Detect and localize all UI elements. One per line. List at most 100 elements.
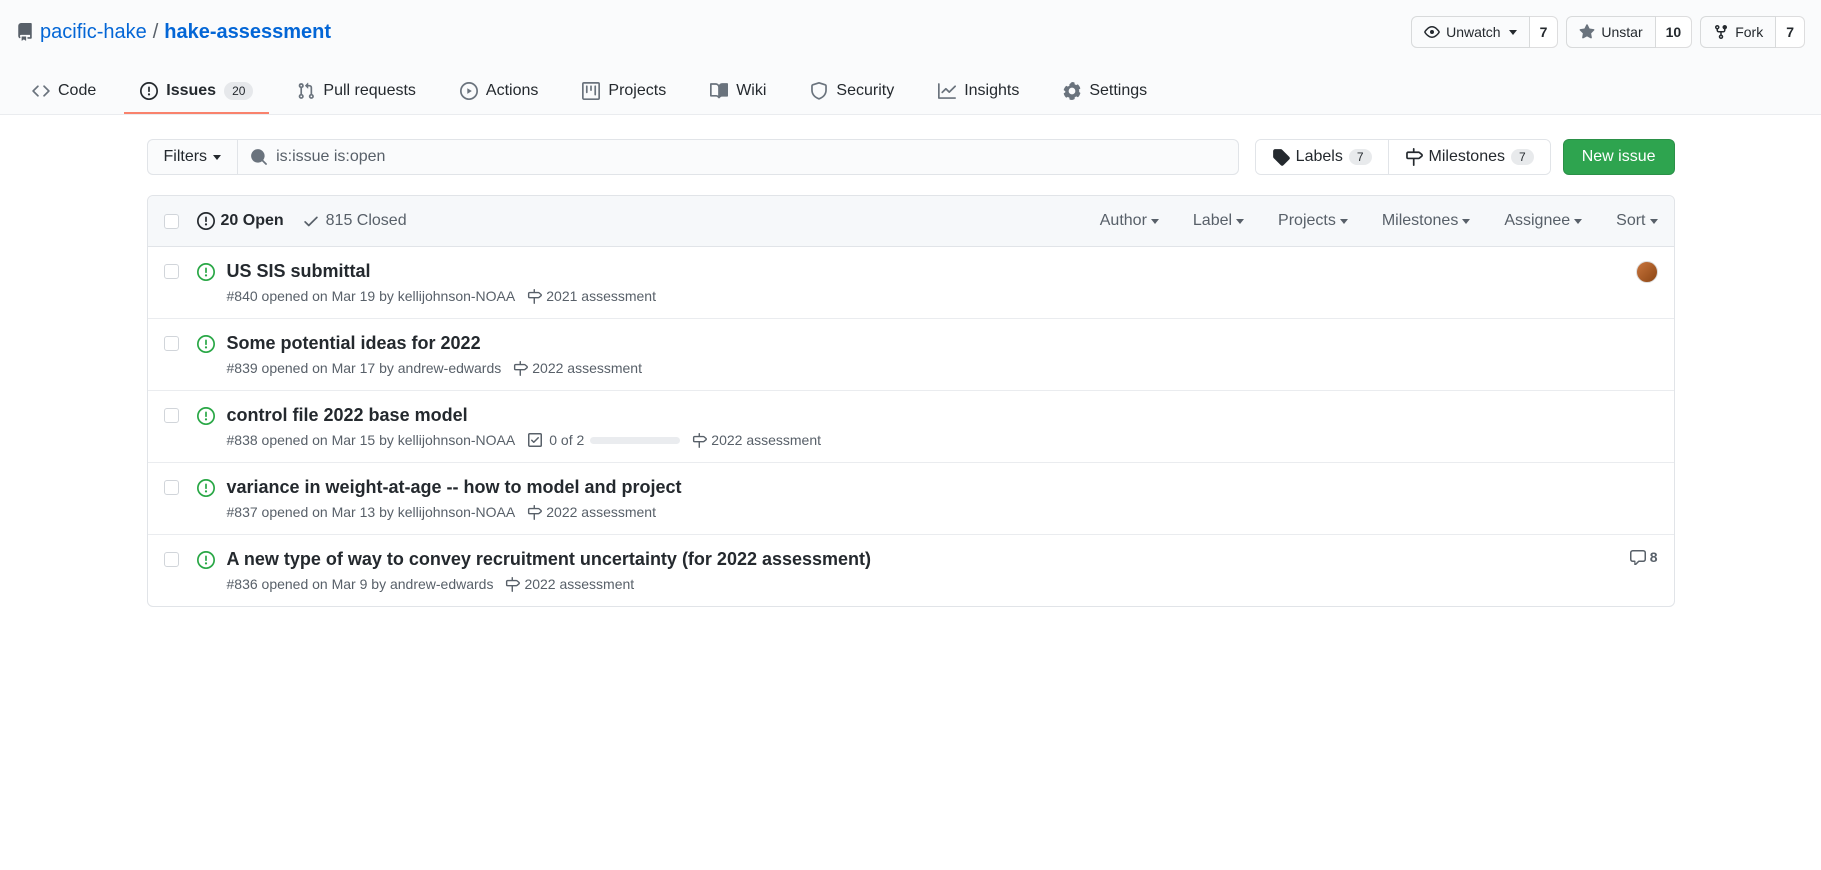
issue-checkbox[interactable] xyxy=(164,408,179,423)
issue-open-icon xyxy=(197,335,215,353)
issue-milestone-link[interactable]: 2022 assessment xyxy=(692,432,821,448)
issue-row: A new type of way to convey recruitment … xyxy=(148,535,1674,606)
issue-checkbox[interactable] xyxy=(164,336,179,351)
closed-issues-link[interactable]: 815 Closed xyxy=(302,212,407,230)
issue-checkbox[interactable] xyxy=(164,480,179,495)
tab-security[interactable]: Security xyxy=(794,72,910,114)
tab-issues[interactable]: Issues20 xyxy=(124,72,269,114)
comment-count: 8 xyxy=(1650,549,1658,565)
filters-button[interactable]: Filters xyxy=(147,139,238,175)
assignee-avatar[interactable] xyxy=(1636,261,1658,283)
select-all-checkbox[interactable] xyxy=(164,214,179,229)
caret-down-icon xyxy=(1236,219,1244,224)
issue-checkbox[interactable] xyxy=(164,552,179,567)
subnav: Filters Labels 7 Milestones xyxy=(147,139,1675,175)
repo-owner-link[interactable]: pacific-hake xyxy=(40,21,147,44)
issue-meta-text: #840 opened on Mar 19 by kellijohnson-NO… xyxy=(227,288,516,304)
eye-icon xyxy=(1424,24,1440,40)
list-filter-toolbar: Author Label Projects Milestones Assigne… xyxy=(1100,212,1658,230)
main-content: Filters Labels 7 Milestones xyxy=(131,115,1691,631)
issue-open-icon xyxy=(197,551,215,569)
issue-meta-text: #836 opened on Mar 9 by andrew-edwards xyxy=(227,576,494,592)
watch-count[interactable]: 7 xyxy=(1530,16,1559,48)
pull-request-icon xyxy=(297,82,315,100)
repo-name-link[interactable]: hake-assessment xyxy=(164,21,331,44)
issue-title-link[interactable]: Some potential ideas for 2022 xyxy=(227,333,481,353)
tab-wiki[interactable]: Wiki xyxy=(694,72,782,114)
author-filter[interactable]: Author xyxy=(1100,212,1159,230)
caret-down-icon xyxy=(1462,219,1470,224)
tasklist-icon xyxy=(527,432,543,448)
repo-nav: Code Issues20 Pull requests Actions Proj… xyxy=(16,72,1805,114)
issue-milestone-link[interactable]: 2021 assessment xyxy=(527,288,656,304)
graph-icon xyxy=(938,82,956,100)
star-icon xyxy=(1579,24,1595,40)
caret-down-icon xyxy=(213,155,221,160)
repo-title: pacific-hake / hake-assessment xyxy=(16,21,331,44)
issue-milestone-link[interactable]: 2022 assessment xyxy=(505,576,634,592)
path-separator: / xyxy=(153,21,159,44)
projects-filter[interactable]: Projects xyxy=(1278,212,1348,230)
labels-button[interactable]: Labels 7 xyxy=(1256,140,1389,174)
issue-row: control file 2022 base model #838 opened… xyxy=(148,391,1674,463)
fork-button[interactable]: Fork xyxy=(1700,16,1776,48)
issues-list: 20 Open 815 Closed Author Label Projects… xyxy=(147,195,1675,607)
search-icon xyxy=(250,148,268,166)
repo-icon xyxy=(16,23,34,41)
issue-row: variance in weight-at-age -- how to mode… xyxy=(148,463,1674,535)
milestone-icon xyxy=(692,433,707,448)
milestone-icon xyxy=(513,361,528,376)
issue-row: US SIS submittal #840 opened on Mar 19 b… xyxy=(148,247,1674,319)
new-issue-button[interactable]: New issue xyxy=(1563,139,1675,175)
issue-milestone-link[interactable]: 2022 assessment xyxy=(527,504,656,520)
tab-insights[interactable]: Insights xyxy=(922,72,1035,114)
milestones-filter[interactable]: Milestones xyxy=(1382,212,1470,230)
star-button[interactable]: Unstar xyxy=(1566,16,1655,48)
tasklist-progress-bar xyxy=(590,437,680,444)
tasklist-indicator[interactable]: 0 of 2 xyxy=(527,432,680,448)
issue-icon xyxy=(140,82,158,100)
caret-down-icon xyxy=(1650,219,1658,224)
milestone-icon xyxy=(527,505,542,520)
issue-meta-text: #839 opened on Mar 17 by andrew-edwards xyxy=(227,360,502,376)
check-icon xyxy=(302,212,320,230)
tab-pull-requests[interactable]: Pull requests xyxy=(281,72,432,114)
issue-open-icon xyxy=(197,407,215,425)
issue-search-input[interactable] xyxy=(268,140,1226,174)
repo-header: pacific-hake / hake-assessment Unwatch 7… xyxy=(0,0,1821,115)
play-icon xyxy=(460,82,478,100)
sort-filter[interactable]: Sort xyxy=(1616,212,1657,230)
label-filter[interactable]: Label xyxy=(1193,212,1244,230)
tab-settings[interactable]: Settings xyxy=(1047,72,1163,114)
star-count[interactable]: 10 xyxy=(1656,16,1693,48)
issue-title-link[interactable]: US SIS submittal xyxy=(227,261,371,281)
issue-open-icon xyxy=(197,212,215,230)
milestone-icon xyxy=(1405,148,1423,166)
tab-actions[interactable]: Actions xyxy=(444,72,554,114)
issue-milestone-link[interactable]: 2022 assessment xyxy=(513,360,642,376)
tab-projects[interactable]: Projects xyxy=(566,72,682,114)
issue-title-link[interactable]: control file 2022 base model xyxy=(227,405,468,425)
open-issues-link[interactable]: 20 Open xyxy=(197,212,284,230)
gear-icon xyxy=(1063,82,1081,100)
book-icon xyxy=(710,82,728,100)
fork-count[interactable]: 7 xyxy=(1776,16,1805,48)
issues-list-header: 20 Open 815 Closed Author Label Projects… xyxy=(148,196,1674,247)
watch-button[interactable]: Unwatch xyxy=(1411,16,1529,48)
tab-code[interactable]: Code xyxy=(16,72,112,114)
caret-down-icon xyxy=(1574,219,1582,224)
milestones-button[interactable]: Milestones 7 xyxy=(1389,140,1550,174)
caret-down-icon xyxy=(1509,30,1517,35)
tag-icon xyxy=(1272,148,1290,166)
caret-down-icon xyxy=(1151,219,1159,224)
issue-checkbox[interactable] xyxy=(164,264,179,279)
assignee-filter[interactable]: Assignee xyxy=(1504,212,1582,230)
issue-meta-text: #837 opened on Mar 13 by kellijohnson-NO… xyxy=(227,504,516,520)
tasklist-count: 0 of 2 xyxy=(549,432,584,448)
comments-link[interactable]: 8 xyxy=(1630,549,1658,565)
issue-title-link[interactable]: variance in weight-at-age -- how to mode… xyxy=(227,477,682,497)
issue-title-link[interactable]: A new type of way to convey recruitment … xyxy=(227,549,872,569)
shield-icon xyxy=(810,82,828,100)
issue-meta-text: #838 opened on Mar 15 by kellijohnson-NO… xyxy=(227,432,516,448)
caret-down-icon xyxy=(1340,219,1348,224)
